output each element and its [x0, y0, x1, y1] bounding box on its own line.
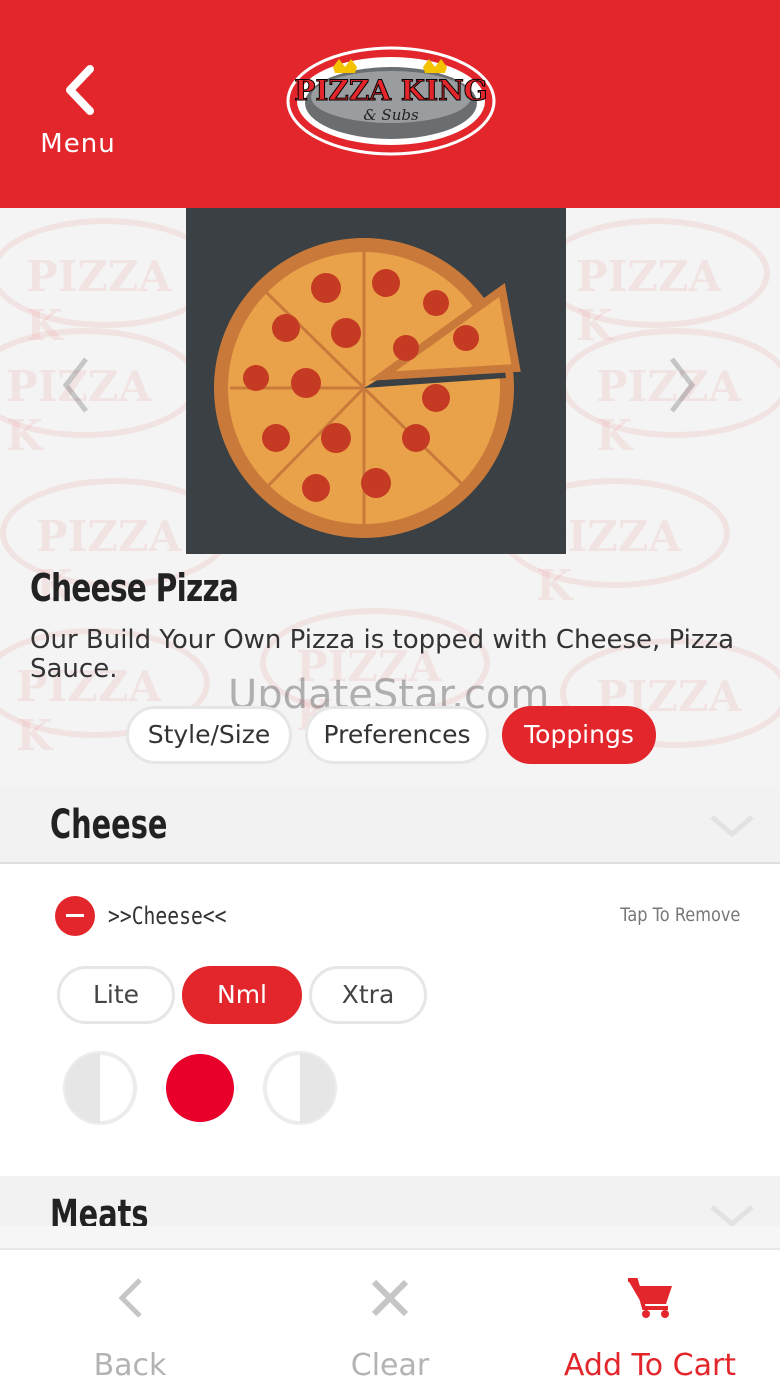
tab-style-size[interactable]: Style/Size: [126, 706, 292, 764]
add-to-cart-button[interactable]: Add To Cart: [520, 1250, 780, 1387]
tab-toppings[interactable]: Toppings: [502, 706, 656, 764]
close-icon: [371, 1279, 409, 1317]
topping-row-cheese: >>Cheese<< Tap To Remove Lite Nml Xtra: [0, 866, 780, 1176]
option-tabs: Style/Size Preferences Toppings: [0, 706, 780, 766]
left-half-portion-icon[interactable]: [62, 1050, 138, 1126]
app-header: Menu PIZZA KING & Subs: [0, 0, 780, 208]
amount-normal-button[interactable]: Nml: [182, 966, 302, 1024]
amount-extra-button[interactable]: Xtra: [309, 966, 427, 1024]
carousel-next-icon[interactable]: [668, 355, 698, 415]
menu-back-button[interactable]: Menu: [30, 55, 130, 165]
bottom-action-bar: Back Clear Add To Cart: [0, 1248, 780, 1387]
svg-text:PIZZA KING: PIZZA KING: [294, 74, 487, 107]
chevron-down-icon: [710, 1205, 754, 1228]
clear-label: Clear: [350, 1348, 430, 1383]
chevron-left-icon: [118, 1278, 142, 1318]
tap-to-remove-hint[interactable]: Tap To Remove: [620, 904, 740, 926]
section-cheese-title: Cheese: [50, 802, 168, 848]
menu-label: Menu: [40, 129, 116, 159]
section-divider: [0, 1226, 780, 1248]
svg-text:& Subs: & Subs: [363, 106, 419, 124]
cart-icon: [628, 1278, 672, 1318]
whole-portion-icon[interactable]: [162, 1050, 238, 1126]
pizza-image: [186, 208, 566, 554]
remove-topping-button[interactable]: [55, 896, 95, 936]
right-half-portion-icon[interactable]: [262, 1050, 338, 1126]
section-cheese-header[interactable]: Cheese: [0, 786, 780, 864]
clear-button[interactable]: Clear: [260, 1250, 520, 1387]
product-title: Cheese Pizza: [30, 566, 239, 610]
chevron-left-icon: [66, 65, 94, 115]
back-button[interactable]: Back: [0, 1250, 260, 1387]
amount-lite-button[interactable]: Lite: [57, 966, 175, 1024]
topping-name: >>Cheese<<: [108, 902, 227, 930]
chevron-down-icon: [710, 815, 754, 838]
pizza-king-logo: PIZZA KING & Subs: [286, 46, 496, 156]
carousel-prev-icon[interactable]: [60, 355, 90, 415]
add-to-cart-label: Add To Cart: [563, 1348, 737, 1383]
tab-preferences[interactable]: Preferences: [305, 706, 489, 764]
back-label: Back: [93, 1348, 167, 1383]
